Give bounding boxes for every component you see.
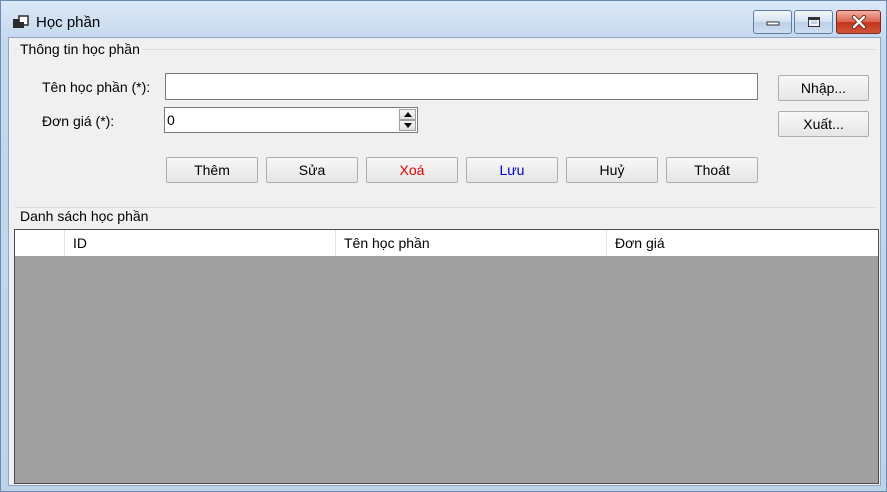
price-input[interactable] [165, 108, 395, 132]
chevron-down-icon [403, 123, 412, 128]
list-group-legend: Danh sách học phần [18, 208, 151, 224]
column-header-name[interactable]: Tên học phần [336, 230, 607, 256]
cancel-button[interactable]: Huỷ [566, 157, 658, 183]
window-title: Học phần [36, 14, 101, 31]
import-button[interactable]: Nhập... [778, 75, 869, 101]
save-button[interactable]: Lưu [466, 157, 558, 183]
edit-button[interactable]: Sửa [266, 157, 358, 183]
close-icon [851, 15, 866, 29]
column-header-price[interactable]: Đơn giá [607, 230, 878, 256]
price-stepper[interactable] [164, 107, 418, 133]
minimize-icon [766, 21, 779, 26]
client-area: Thông tin học phần Tên học phần (*): Đơn… [8, 37, 881, 486]
main-window: Học phần Thông tin học phần Tên học phần… [0, 0, 887, 492]
close-button[interactable] [836, 10, 881, 34]
price-label: Đơn giá (*): [42, 113, 115, 129]
title-bar[interactable]: Học phần [1, 1, 886, 37]
spin-down-button[interactable] [399, 120, 416, 131]
info-group-border [15, 49, 876, 50]
add-button[interactable]: Thêm [166, 157, 258, 183]
course-name-label: Tên học phần (*): [42, 79, 151, 95]
exit-button[interactable]: Thoát [666, 157, 758, 183]
app-icon [13, 15, 29, 28]
row-header-corner[interactable] [15, 230, 65, 256]
course-table[interactable]: ID Tên học phần Đơn giá [14, 229, 879, 484]
column-header-id[interactable]: ID [65, 230, 336, 256]
minimize-button[interactable] [753, 10, 792, 34]
spin-up-button[interactable] [399, 109, 416, 120]
info-group-legend: Thông tin học phần [18, 41, 142, 57]
chevron-up-icon [403, 112, 412, 117]
delete-button[interactable]: Xoá [366, 157, 458, 183]
maximize-icon [807, 17, 820, 27]
table-header: ID Tên học phần Đơn giá [15, 230, 878, 256]
export-button[interactable]: Xuất... [778, 111, 869, 137]
course-name-input[interactable] [165, 73, 758, 100]
maximize-button[interactable] [794, 10, 833, 34]
